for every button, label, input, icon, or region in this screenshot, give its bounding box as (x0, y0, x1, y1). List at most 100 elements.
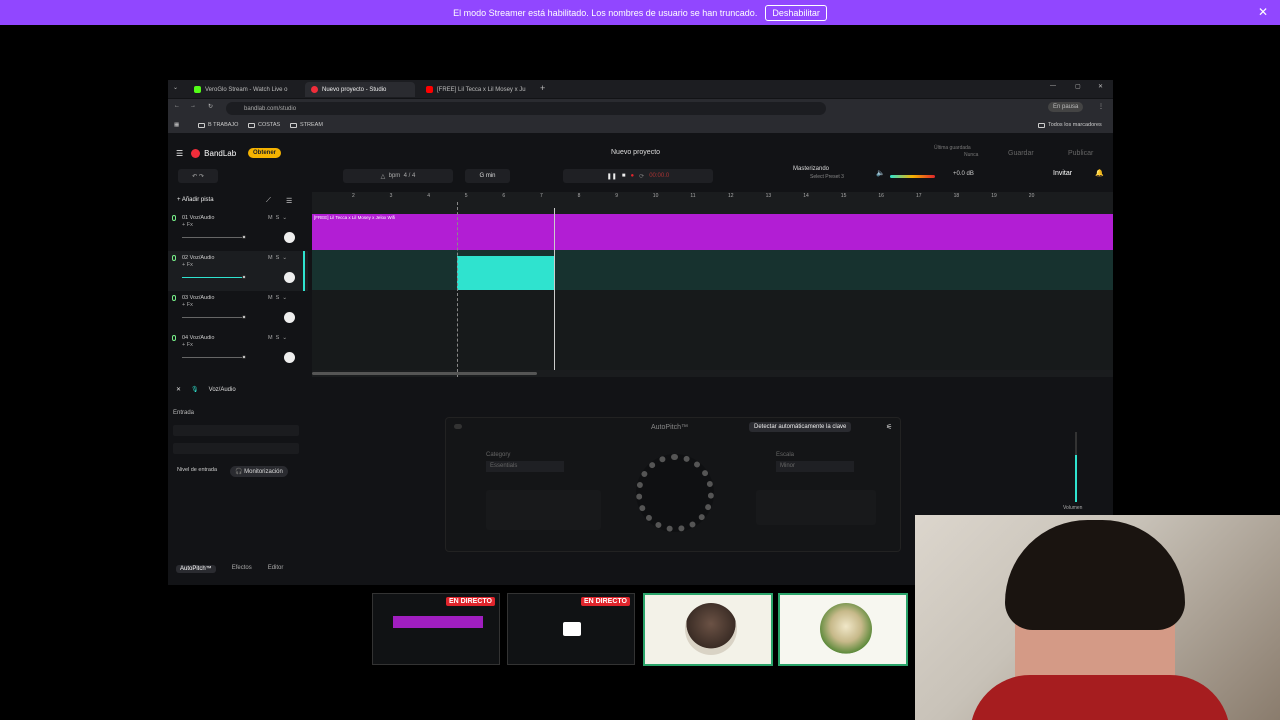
slider-thumb[interactable] (242, 235, 246, 239)
piano-keys[interactable] (756, 490, 876, 525)
minimize-icon[interactable]: — (1050, 83, 1056, 89)
tab-search-icon[interactable]: ⌄ (173, 84, 178, 91)
pan-knob[interactable] (284, 312, 295, 323)
new-tab-icon[interactable]: + (540, 83, 545, 93)
timeline-ruler[interactable]: 2 3 4 5 6 7 8 9 10 11 12 13 14 15 16 17 18 19 20 (312, 192, 1113, 202)
speaker-icon[interactable]: 🔈 (876, 169, 885, 177)
autopitch-knob[interactable] (636, 454, 714, 532)
track-row[interactable]: 03 Voz/Audio + Fx M S ⌄ (168, 291, 308, 331)
ruler-tick: 15 (840, 193, 847, 199)
fx-button[interactable]: + Fx (182, 222, 193, 228)
editor-tabs: AutoPitch™ Efectos Editor (176, 565, 283, 573)
tab-autopitch[interactable]: AutoPitch™ (176, 565, 216, 573)
volume-slider[interactable] (182, 357, 244, 358)
bell-icon[interactable]: 🔔 (1095, 169, 1104, 177)
tab-efectos[interactable]: Efectos (232, 565, 252, 573)
pan-knob[interactable] (284, 232, 295, 243)
forward-icon[interactable]: → (190, 103, 196, 109)
volume-slider[interactable] (182, 317, 244, 318)
mute-solo-buttons[interactable]: M S ⌄ (268, 295, 287, 301)
power-toggle[interactable] (454, 424, 462, 429)
menu-icon[interactable]: ⋮ (1098, 103, 1104, 110)
pan-knob[interactable] (284, 272, 295, 283)
channel-select[interactable] (173, 443, 299, 454)
horizontal-scrollbar[interactable] (312, 372, 537, 375)
guardar-button[interactable]: Guardar (1008, 150, 1034, 157)
close-icon[interactable]: ✕ (176, 386, 181, 393)
detect-key-button[interactable]: Detectar automáticamente la clave (749, 422, 852, 432)
slider-thumb[interactable] (242, 315, 246, 319)
bandlab-logo[interactable]: ☰ BandLab (176, 149, 236, 158)
bookmark-folder[interactable]: STREAM (290, 122, 323, 128)
slider-thumb[interactable] (242, 275, 246, 279)
tab-youtube[interactable]: [FREE] Lil Tecca x Lil Mosey x Ju (420, 82, 532, 97)
playhead[interactable] (554, 208, 555, 370)
settings-icon[interactable]: ☰ (286, 197, 292, 205)
sliders-icon[interactable]: ⚟ (886, 423, 892, 431)
fx-button[interactable]: + Fx (182, 262, 193, 268)
slider-thumb[interactable] (242, 355, 246, 359)
pan-knob[interactable] (284, 352, 295, 363)
obtener-button[interactable]: Obtener (248, 148, 282, 158)
track-name[interactable]: 03 Voz/Audio (182, 295, 214, 301)
track-lane[interactable] (312, 250, 1113, 290)
close-icon[interactable]: ✕ (1258, 5, 1268, 19)
audio-clip[interactable]: [FREE] Lil Tecca x Lil Mosey x Jelox Wif… (312, 214, 1113, 250)
key-selector[interactable]: G min (465, 169, 510, 183)
track-row[interactable]: 02 Voz/Audio + Fx M S ⌄ (168, 251, 308, 291)
monitoring-button[interactable]: 🎧 Monitorización (230, 466, 288, 477)
stop-icon[interactable]: ■ (622, 173, 626, 179)
fx-button[interactable]: + Fx (182, 302, 193, 308)
back-icon[interactable]: ← (174, 103, 180, 109)
category-select[interactable]: Essentials (486, 461, 564, 472)
mastering-label[interactable]: Masterizando (793, 166, 829, 172)
mute-solo-buttons[interactable]: M S ⌄ (268, 215, 287, 221)
metronome-icon[interactable]: △ (381, 173, 386, 180)
all-bookmarks[interactable]: Todos los marcadores (1038, 122, 1102, 128)
input-select[interactable] (173, 425, 299, 436)
selected-region[interactable] (457, 256, 555, 290)
add-track-button[interactable]: + Añadir pista (177, 197, 214, 203)
bookmark-folder[interactable]: B TRABAJO (198, 122, 238, 128)
mute-solo-buttons[interactable]: M S ⌄ (268, 255, 287, 261)
tab-editor[interactable]: Editor (268, 565, 284, 573)
track-row[interactable]: 04 Voz/Audio + Fx M S ⌄ (168, 331, 308, 371)
reload-icon[interactable]: ↻ (208, 103, 213, 110)
track-name[interactable]: 04 Voz/Audio (182, 335, 214, 341)
track-name[interactable]: 02 Voz/Audio (182, 255, 214, 261)
close-window-icon[interactable]: ✕ (1098, 83, 1103, 90)
edit-tool-icon[interactable]: ⟋ (266, 197, 271, 205)
invitar-button[interactable]: Invitar (1053, 170, 1072, 177)
bookmark-folder[interactable]: COSTAS (248, 122, 280, 128)
preset-grid[interactable] (486, 490, 601, 530)
apps-icon[interactable]: ▦ (174, 122, 179, 128)
maximize-icon[interactable]: ▢ (1075, 83, 1081, 90)
project-title[interactable]: Nuevo proyecto (611, 149, 660, 156)
headphones-icon: 🎧 (235, 469, 245, 475)
volume-slider[interactable] (182, 277, 244, 278)
tab-veroglo[interactable]: VeroGlo Stream - Watch Live o (188, 82, 300, 97)
metronome-controls[interactable]: △ bpm 4 / 4 (343, 169, 453, 183)
time-signature[interactable]: 4 / 4 (404, 173, 416, 179)
track-lane[interactable] (312, 290, 1113, 370)
escala-select[interactable]: Minor (776, 461, 854, 472)
pause-icon[interactable]: ❚❚ (607, 173, 617, 180)
url-input[interactable]: bandlab.com/studio (226, 102, 826, 115)
tab-bandlab[interactable]: Nuevo proyecto - Studio (305, 82, 415, 97)
record-icon[interactable]: ● (631, 173, 635, 179)
timeline[interactable]: 2 3 4 5 6 7 8 9 10 11 12 13 14 15 16 17 18 19 20 [FREE] Li… (312, 192, 1113, 377)
fx-button[interactable]: + Fx (182, 342, 193, 348)
master-volume-slider[interactable] (890, 175, 935, 178)
mute-solo-buttons[interactable]: M S ⌄ (268, 335, 287, 341)
stream-thumbnail: EN DIRECTO (372, 593, 500, 665)
profile-button[interactable]: En pausa (1048, 102, 1084, 112)
disable-button[interactable]: Deshabilitar (765, 4, 827, 21)
publicar-button[interactable]: Publicar (1068, 150, 1093, 157)
undo-redo[interactable]: ↶ ↷ (178, 169, 218, 183)
track-row[interactable]: 01 Voz/Audio + Fx M S ⌄ (168, 211, 308, 251)
volume-slider[interactable] (182, 237, 244, 238)
hamburger-icon[interactable]: ☰ (176, 149, 183, 158)
track-name[interactable]: 01 Voz/Audio (182, 215, 214, 221)
loop-icon[interactable]: ⟳ (639, 173, 644, 180)
preset-label[interactable]: Select Preset 3 (810, 174, 844, 180)
